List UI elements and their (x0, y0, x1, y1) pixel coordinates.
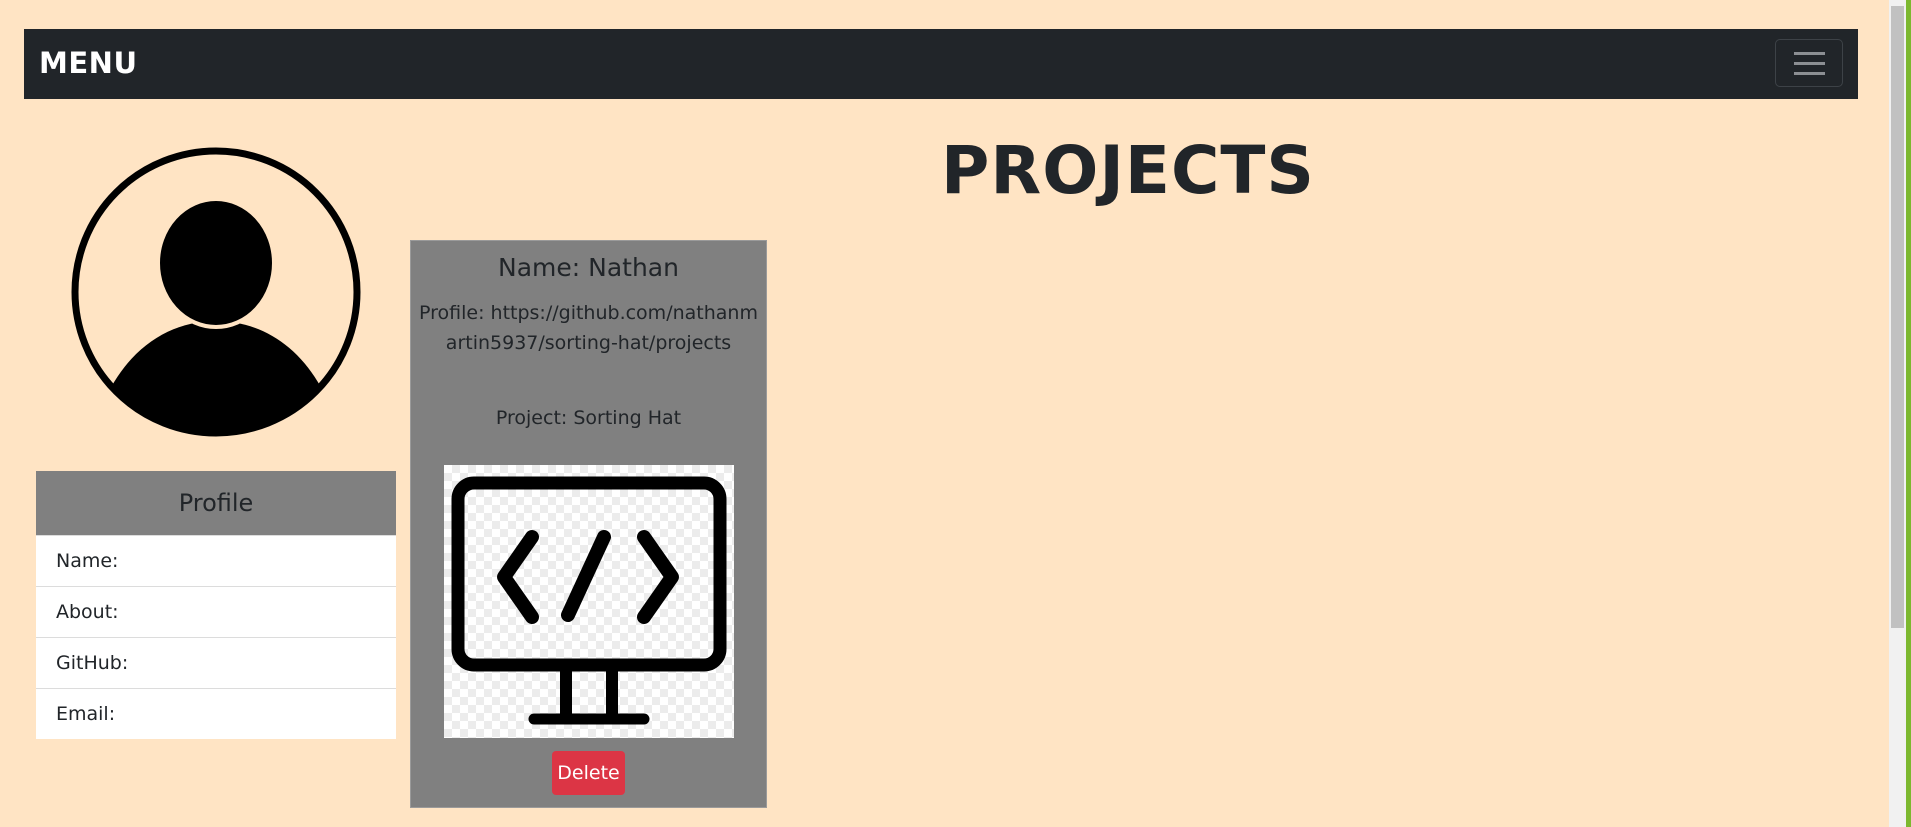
profile-about-item: About: (36, 586, 396, 637)
code-monitor-icon (451, 476, 727, 725)
project-profile-link: Profile: https://github.com/nathanmartin… (419, 302, 758, 354)
user-avatar-icon (70, 146, 362, 442)
profile-github-item: GitHub: (36, 637, 396, 688)
project-owner-name: Name: Nathan (498, 253, 679, 282)
vertical-scrollbar[interactable] (1889, 0, 1906, 827)
scrollbar-thumb[interactable] (1891, 6, 1904, 628)
page: MENU Profile Name: About: GitHub: Email:… (0, 0, 1911, 827)
project-card: Name: Nathan Profile: https://github.com… (410, 240, 767, 808)
profile-email-item: Email: (36, 688, 396, 739)
navbar-brand[interactable]: MENU (39, 46, 138, 80)
page-title: PROJECTS (941, 132, 1315, 209)
profile-card-title: Profile (36, 471, 396, 535)
delete-button[interactable]: Delete (552, 751, 625, 795)
navbar-toggler-button[interactable] (1775, 39, 1843, 87)
navbar: MENU (24, 29, 1858, 99)
profile-card: Profile Name: About: GitHub: Email: (36, 471, 396, 739)
project-image (444, 465, 734, 738)
profile-name-item: Name: (36, 535, 396, 586)
project-name: Project: Sorting Hat (495, 407, 682, 429)
window-edge (1906, 0, 1911, 827)
